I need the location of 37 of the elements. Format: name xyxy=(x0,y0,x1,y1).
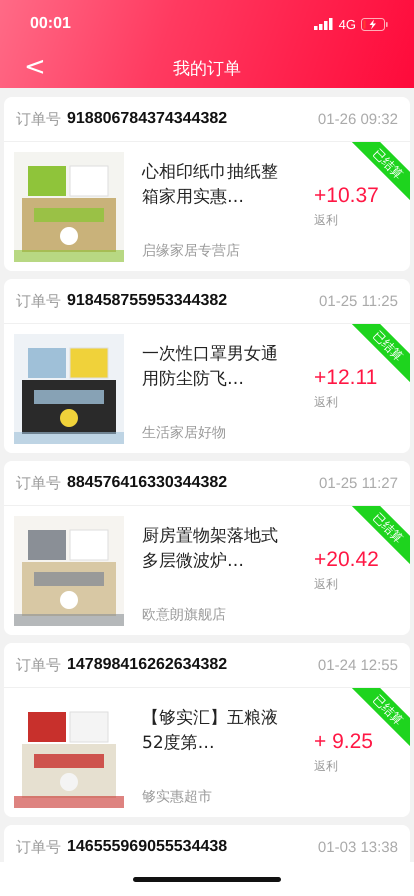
order-number-label: 订单号 xyxy=(16,838,61,856)
order-number: 918806784374344382 xyxy=(67,110,228,128)
page-title: 我的订单 xyxy=(173,58,241,80)
order-number: 918458755953344382 xyxy=(67,292,228,310)
store-name: 欧意朗旗舰店 xyxy=(142,606,227,624)
order-number-label: 订单号 xyxy=(16,474,61,492)
order-number-label: 订单号 xyxy=(16,110,61,128)
rebate-label: 返利 xyxy=(314,394,338,411)
order-time: 01-24 12:55 xyxy=(318,656,398,674)
order-card[interactable]: 订单号 884576416330344382 01-25 11:27 厨房置物架落地式多层微波炉… 欧意朗旗舰店 +20.42 返利 已结算 xyxy=(4,461,410,635)
rebate-label: 返利 xyxy=(314,212,338,229)
store-name: 启缘家居专营店 xyxy=(142,242,241,260)
order-number: 147898416262634382 xyxy=(67,656,228,674)
order-number-label: 订单号 xyxy=(16,656,61,674)
status-time: 00:01 xyxy=(30,15,71,33)
product-title[interactable]: 心相印纸巾抽纸整箱家用实惠… xyxy=(142,160,292,210)
order-card[interactable]: 订单号 147898416262634382 01-24 12:55 【够实汇】五粮液52度第… 够实惠超市 + 9.25 返利 已结算 xyxy=(4,643,410,817)
order-number: 146555969055534438 xyxy=(67,838,228,856)
order-number: 884576416330344382 xyxy=(67,474,228,492)
order-card[interactable]: 订单号 918458755953344382 01-25 11:25 一次性口罩男女通用防尘防飞… 生活家居好物 +12.11 返利 已结算 xyxy=(4,279,410,453)
network-type: 4G xyxy=(338,16,356,32)
order-card[interactable]: 订单号 918806784374344382 01-26 09:32 心相印纸巾抽纸整箱家用实惠… 启缘家居专营店 +10.37 返利 已结算 xyxy=(4,97,410,271)
product-title[interactable]: 厨房置物架落地式多层微波炉… xyxy=(142,524,292,574)
store-name: 生活家居好物 xyxy=(142,424,227,442)
order-card[interactable]: 订单号 146555969055534438 01-03 13:38 xyxy=(4,825,410,862)
battery-icon xyxy=(361,18,388,30)
order-time: 01-25 11:27 xyxy=(319,474,398,492)
rebate-label: 返利 xyxy=(314,576,338,593)
order-time: 01-26 09:32 xyxy=(318,110,398,128)
product-title[interactable]: 一次性口罩男女通用防尘防飞… xyxy=(142,342,292,392)
product-title[interactable]: 【够实汇】五粮液52度第… xyxy=(142,706,292,756)
order-time: 01-25 11:25 xyxy=(319,292,398,310)
rebate-label: 返利 xyxy=(314,758,338,775)
store-name: 够实惠超市 xyxy=(142,788,213,806)
order-time: 01-03 13:38 xyxy=(318,838,398,856)
signal-icon xyxy=(314,18,334,30)
order-number-label: 订单号 xyxy=(16,292,61,310)
